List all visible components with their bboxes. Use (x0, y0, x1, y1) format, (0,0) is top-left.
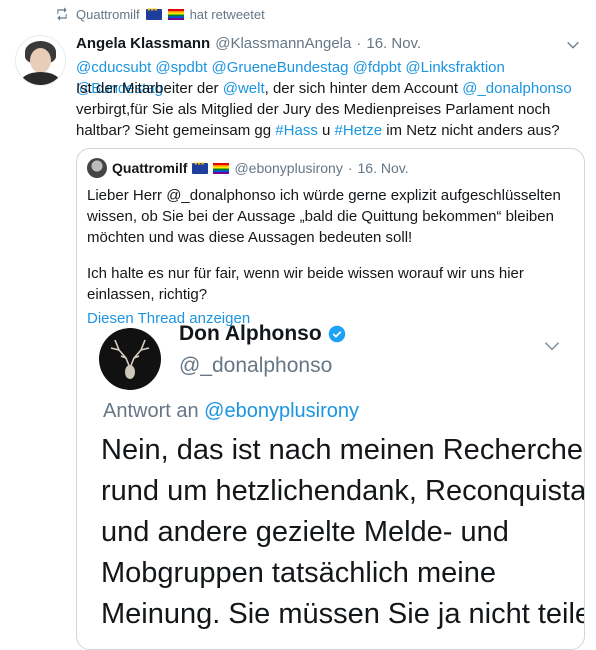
retweet-icon (57, 7, 67, 21)
embedded-screenshot: Don Alphonso @_donalphonso Antwort an @e… (77, 322, 585, 649)
quoted-author-name: Quattromilf (112, 160, 188, 176)
eu-flag-icon (145, 7, 162, 20)
quoted-text-line1: Lieber Herr @_donalphonso ich würde gern… (87, 187, 561, 204)
tweet-text-segment: u (317, 122, 335, 139)
embedded-line: Nein, das ist nach meinen Recherchen (101, 434, 585, 466)
mention-welt[interactable]: @welt (223, 80, 265, 97)
tweet-date[interactable]: 16. Nov. (366, 35, 421, 52)
embedded-author-name: Don Alphonso (179, 322, 322, 345)
mention-donalphonso[interactable]: @_donalphonso (462, 80, 571, 97)
hashtag-hetze[interactable]: #Hetze (335, 122, 383, 139)
chevron-down-icon (544, 342, 560, 351)
embedded-name: Don Alphonso (179, 322, 346, 346)
tweet-text-segment: , der sich hinter dem Account (264, 80, 463, 97)
reply-prefix: Antwort an (103, 400, 205, 422)
deer-avatar-icon (99, 328, 161, 390)
quoted-text-line4: Ich halte es nur für fair, wenn wir beid… (87, 265, 524, 282)
tweet-text-line3: verbirgt,für Sie als Mitglied der Jury d… (76, 101, 551, 118)
embedded-line: rund um hetzlichendank, Reconquista (101, 475, 585, 507)
quoted-text-line3: möchten und was diese Aussagen bedeuten … (87, 229, 413, 246)
eu-flag-icon (192, 161, 209, 174)
verified-badge-icon (328, 325, 345, 343)
author-name[interactable]: Angela Klassmann (76, 35, 210, 52)
embedded-line: und andere gezielte Melde- und (101, 516, 509, 548)
author-handle[interactable]: @KlassmannAngela (215, 35, 351, 52)
separator: · (356, 35, 362, 52)
retweeter-name[interactable]: Quattromilf (76, 7, 140, 22)
tweet-text-segment: haltbar? Sieht gemeinsam gg (76, 122, 276, 139)
embedded-tweet-text: Nein, das ist nach meinen Recherchen run… (101, 430, 585, 635)
quoted-text-line2: wissen, ob Sie bei der Aussage „bald die… (87, 208, 554, 225)
quoted-date: 16. Nov. (357, 160, 409, 176)
tweet-header: Angela Klassmann @KlassmannAngela · 16. … (76, 35, 421, 52)
quoted-tweet[interactable]: Quattromilf @ebonyplusirony · 16. Nov. L… (76, 148, 585, 650)
quoted-tweet-header: Quattromilf @ebonyplusirony · 16. Nov. (87, 158, 409, 178)
rainbow-flag-icon (167, 8, 184, 20)
chevron-down-icon[interactable] (565, 37, 581, 53)
quoted-author-handle: @ebonyplusirony (234, 160, 343, 176)
tweet-text-segment: im Netz nicht anders aus? (382, 122, 560, 139)
avatar[interactable] (15, 35, 66, 86)
hashtag-hass[interactable]: #Hass (275, 122, 318, 139)
quoted-avatar (87, 158, 107, 178)
tweet-text-segment: Ist der Mitarbeiter der (76, 80, 223, 97)
tweet-text-line4: haltbar? Sieht gemeinsam gg #Hass u #Het… (76, 120, 584, 141)
rainbow-flag-icon (213, 162, 230, 174)
retweet-context: Quattromilf hat retweetet (54, 6, 265, 22)
retweet-suffix: hat retweetet (189, 6, 265, 22)
embedded-reply-to: Antwort an @ebonyplusirony (103, 400, 359, 423)
reply-handle: @ebonyplusirony (204, 400, 360, 422)
embedded-line: Meinung. Sie müssen Sie ja nicht teilen (101, 598, 585, 630)
embedded-handle: @_donalphonso (179, 354, 333, 377)
embedded-line: Mobgruppen tatsächlich meine (101, 557, 496, 589)
quoted-text-line5: einlassen, richtig? (87, 286, 208, 303)
separator: · (347, 160, 353, 176)
tweet-text-line2: Ist der Mitarbeiter der @welt, der sich … (76, 78, 584, 99)
